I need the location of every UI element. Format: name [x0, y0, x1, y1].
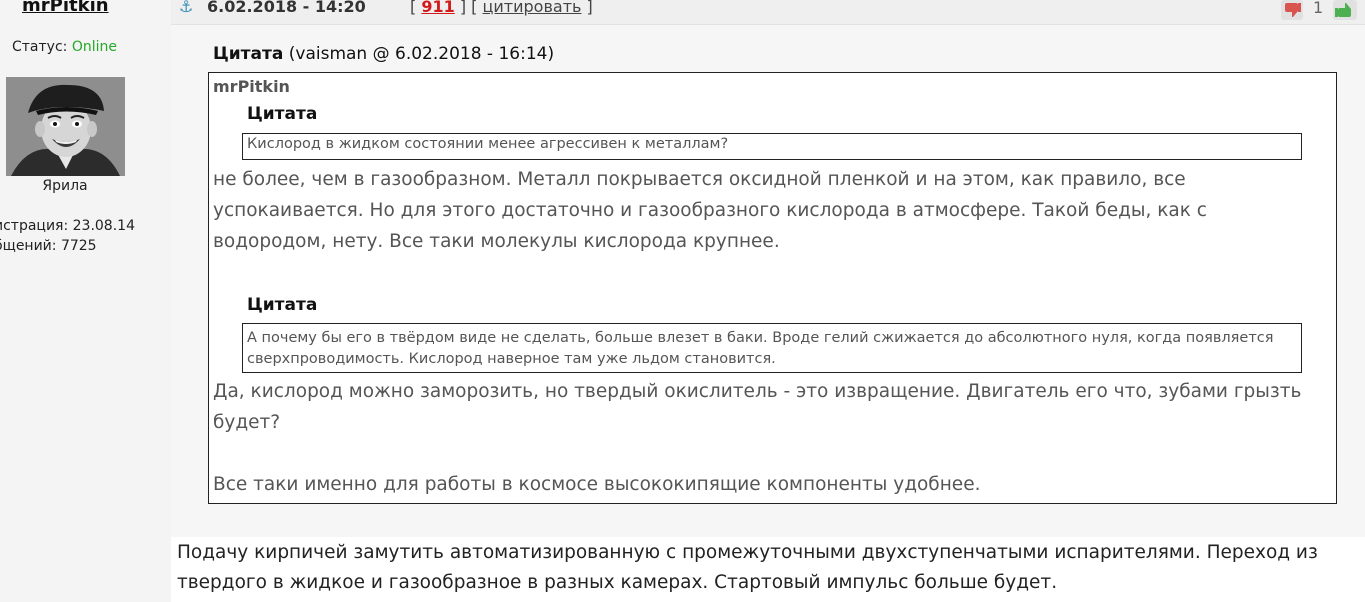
open-bracket: [ — [410, 0, 417, 16]
post-number-link[interactable]: 911 — [421, 0, 454, 16]
avatar[interactable] — [6, 77, 125, 176]
reply-3: Все таки именно для работы в космосе выс… — [213, 474, 981, 495]
anchor-icon[interactable]: ⚓ — [179, 0, 193, 16]
inner-quote-1-label: Цитата — [247, 104, 318, 124]
quote-header: Цитата (vaisman @ 6.02.2018 - 16:14) — [213, 44, 554, 64]
mid-bracket: ] [ — [459, 0, 478, 16]
thumbs-down-icon — [1285, 3, 1301, 17]
quote-link[interactable]: цитировать — [483, 0, 582, 16]
post-links: [ 911 ] [ цитировать ] — [410, 0, 593, 16]
message-count: бщений: 7725 — [0, 238, 97, 254]
user-panel: mrPitkin Статус: Online Ярила истрация: … — [0, 0, 171, 602]
post-text: Подачу кирпичей замутить автоматизирован… — [177, 542, 1318, 593]
inner-quote-2: А почему бы его в твёрдом виде не сделат… — [242, 323, 1302, 373]
reply-2: Да, кислород можно заморозить, но тверды… — [213, 381, 1302, 433]
inner-quote-2-text: А почему бы его в твёрдом виде не сделат… — [247, 330, 1274, 367]
post-date: 6.02.2018 - 14:20 — [207, 0, 366, 16]
vote-count: 1 — [1313, 0, 1324, 17]
status-online: Online — [71, 39, 117, 55]
inner-quote-1-text: Кислород в жидком состоянии менее агресс… — [247, 136, 729, 152]
vote-up-button[interactable] — [1333, 0, 1357, 20]
status-label: Статус: — [12, 39, 68, 55]
vote-down-button[interactable] — [1281, 0, 1303, 20]
close-bracket: ] — [586, 0, 593, 16]
thumbs-up-icon — [1335, 3, 1351, 17]
inner-quote-2-header: Цитата — [247, 295, 317, 315]
avatar-image — [6, 77, 125, 176]
user-status: Статус: Online — [12, 39, 117, 55]
inner-quote-2-label: Цитата — [247, 295, 318, 315]
user-rank: Ярила — [42, 178, 88, 194]
username-link[interactable]: mrPitkin — [22, 0, 109, 16]
registration-date: истрация: 23.08.14 — [0, 218, 135, 234]
quote-label: Цитата — [213, 44, 284, 64]
quote-author: mrPitkin — [213, 77, 290, 96]
inner-quote-1: Кислород в жидком состоянии менее агресс… — [242, 133, 1302, 160]
quote-meta: (vaisman @ 6.02.2018 - 16:14) — [288, 44, 555, 64]
inner-quote-1-header: Цитата — [247, 104, 317, 124]
reply-1: не более, чем в газообразном. Металл пок… — [213, 169, 1207, 252]
